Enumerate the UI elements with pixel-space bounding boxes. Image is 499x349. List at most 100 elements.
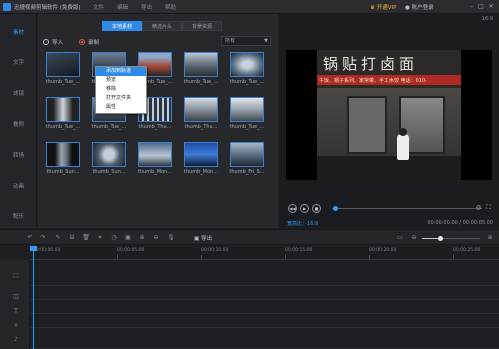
context-add-to-track[interactable]: 添加到轨道: [96, 67, 146, 76]
context-remove[interactable]: 移除: [96, 85, 146, 94]
zoom-out-timeline-icon[interactable]: ⊖: [410, 234, 418, 242]
thumbnail-label: thumb_Tue_...: [45, 124, 81, 130]
ruler-tick: [285, 255, 286, 259]
edit-icon[interactable]: ✎: [54, 234, 62, 242]
thumbnail-label: thumb_Tue_...: [229, 79, 265, 85]
preview-frame: 锅贴打卤面 午饭、锅子系列、家常菜、手工水饺 电话：010-: [317, 50, 461, 180]
sidebar-item-overlay[interactable]: 叠附: [0, 120, 37, 128]
media-thumbnail[interactable]: [138, 142, 172, 167]
menu-help[interactable]: 帮助: [165, 3, 176, 11]
video-track-icon: ⬚: [13, 272, 19, 279]
media-thumbnail[interactable]: [92, 142, 126, 167]
left-sidebar: 素材 文字 滤镜 叠附 转场 动画 配乐: [0, 14, 37, 228]
import-button[interactable]: 导入: [43, 38, 63, 46]
vip-label: 开通VIP: [376, 5, 397, 11]
redo-icon[interactable]: ↷: [39, 234, 47, 242]
video-preview[interactable]: 锅贴打卤面 午饭、锅子系列、家常菜、手工水饺 电话：010-: [286, 50, 492, 180]
zoom-in-icon[interactable]: ⊕: [138, 234, 146, 242]
thumbnail-label: thumb_Tue_...: [91, 124, 127, 130]
account-login-button[interactable]: ● 账户登录: [405, 3, 434, 11]
playhead[interactable]: [33, 246, 34, 349]
thumbnail-label: thumb_Tue_...: [45, 79, 81, 85]
tab-intros[interactable]: 精选片头: [142, 21, 182, 31]
snapshot-icon[interactable]: ◎: [474, 204, 483, 213]
record-icon: [79, 39, 85, 45]
zoom-in-timeline-icon[interactable]: ⊕: [486, 234, 494, 242]
sidebar-item-text[interactable]: 文字: [0, 58, 37, 66]
sidebar-item-transition[interactable]: 转场: [0, 151, 37, 159]
media-filter-dropdown[interactable]: 所有 ▼: [221, 36, 271, 46]
time-readout: 00:00:00.00 / 00:00:05.00: [427, 220, 493, 226]
playhead-handle[interactable]: [30, 246, 37, 251]
effect-track-icon: ✧: [13, 322, 19, 329]
timeline-zoom-handle[interactable]: [438, 236, 443, 241]
music-track[interactable]: [30, 328, 499, 349]
thumbnail-label: thumb_Tue_...: [183, 79, 219, 85]
timeline-toolbar: ↶ ↷ ✎ ⊟ 🗑 ⌗ ◷ ▣ ⊕ ⊖ 🎙 ▣ 导出 ▭ ⊖ ⊕: [0, 229, 499, 245]
fullscreen-icon[interactable]: ⛶: [484, 204, 493, 213]
sidebar-item-animation[interactable]: 动画: [0, 182, 37, 190]
zoom-out-icon[interactable]: ⊖: [152, 234, 160, 242]
video-track[interactable]: [30, 260, 499, 286]
minimize-icon[interactable]: –: [468, 2, 476, 11]
track-headers: ⬚ ◫ T ✧ ♪: [0, 260, 30, 349]
menu-file[interactable]: 文件: [93, 3, 104, 11]
person-head: [399, 128, 407, 136]
ruler-tick-label: 00:00:15.00: [285, 248, 313, 253]
aspect-ratio-label: 宽高比：: [287, 221, 308, 227]
thumbnail-label: thumb_Thu...: [184, 124, 218, 130]
sidebar-item-music[interactable]: 配乐: [0, 212, 37, 220]
shop-door: [347, 96, 387, 154]
maximize-icon[interactable]: □: [477, 2, 485, 11]
overlay-track[interactable]: [30, 286, 499, 300]
record-button[interactable]: 录制: [79, 38, 99, 46]
speed-icon[interactable]: ◷: [110, 234, 118, 242]
sign-subtext: 午饭、锅子系列、家常菜、手工水饺 电话：010-: [319, 78, 427, 84]
timeline-ruler[interactable]: 00:00:00.00 00:00:05.00 00:00:10.00 00:0…: [30, 246, 499, 260]
account-label: 账户登录: [411, 5, 434, 11]
open-vip-button[interactable]: ♛ 开通VIP: [370, 3, 396, 11]
effect-track[interactable]: [30, 314, 499, 328]
ruler-tick-label: 00:00:20.00: [369, 248, 397, 253]
undo-icon[interactable]: ↶: [26, 234, 34, 242]
media-thumbnail[interactable]: [46, 52, 80, 77]
split-icon[interactable]: ⊟: [68, 234, 76, 242]
crop-icon[interactable]: ⌗: [96, 234, 104, 242]
context-properties[interactable]: 属性: [96, 103, 146, 112]
menu-edit[interactable]: 编辑: [117, 3, 128, 11]
screen-icon[interactable]: ▭: [396, 234, 404, 242]
freeze-icon[interactable]: ▣: [124, 234, 132, 242]
media-thumbnail[interactable]: [230, 142, 264, 167]
ground: [317, 156, 461, 180]
tab-local-media[interactable]: 本地素材: [102, 21, 142, 31]
context-preview[interactable]: 预览: [96, 76, 146, 85]
play-icon[interactable]: ▶: [300, 204, 309, 213]
rewind-icon[interactable]: ◀◀: [288, 204, 297, 213]
media-thumbnail[interactable]: [230, 52, 264, 77]
microphone-icon[interactable]: 🎙: [167, 234, 175, 242]
media-thumbnail[interactable]: [230, 97, 264, 122]
media-thumbnail[interactable]: [46, 97, 80, 122]
sidebar-item-filter[interactable]: 滤镜: [0, 89, 37, 97]
ruler-tick-label: 00:00:05.00: [117, 248, 145, 253]
export-button[interactable]: ▣ 导出: [194, 234, 212, 242]
menu-export[interactable]: 导出: [141, 3, 152, 11]
stop-icon[interactable]: ■: [312, 204, 321, 213]
export-label: 导出: [200, 236, 212, 242]
aspect-ratio-value: 16:9: [307, 221, 319, 227]
text-track[interactable]: [30, 300, 499, 314]
sidebar-item-media[interactable]: 素材: [0, 28, 37, 36]
media-thumbnail[interactable]: [46, 142, 80, 167]
playback-progress[interactable]: [332, 208, 482, 209]
context-open-folder[interactable]: 打开文件夹: [96, 94, 146, 103]
chevron-down-icon: ▼: [264, 38, 268, 44]
close-icon[interactable]: ✕: [487, 2, 495, 11]
media-thumbnail[interactable]: [184, 52, 218, 77]
preview-panel: 16:9 锅贴打卤面 午饭、锅子系列、家常菜、手工水饺 电话：010- ◀◀ ▶…: [279, 14, 499, 228]
progress-handle[interactable]: [333, 206, 338, 211]
tab-backgrounds[interactable]: 背景资源: [182, 21, 222, 31]
delete-icon[interactable]: 🗑: [82, 234, 90, 242]
aspect-ratio-control[interactable]: 宽高比：16:9: [287, 220, 318, 227]
media-thumbnail[interactable]: [184, 97, 218, 122]
media-thumbnail[interactable]: [184, 142, 218, 167]
